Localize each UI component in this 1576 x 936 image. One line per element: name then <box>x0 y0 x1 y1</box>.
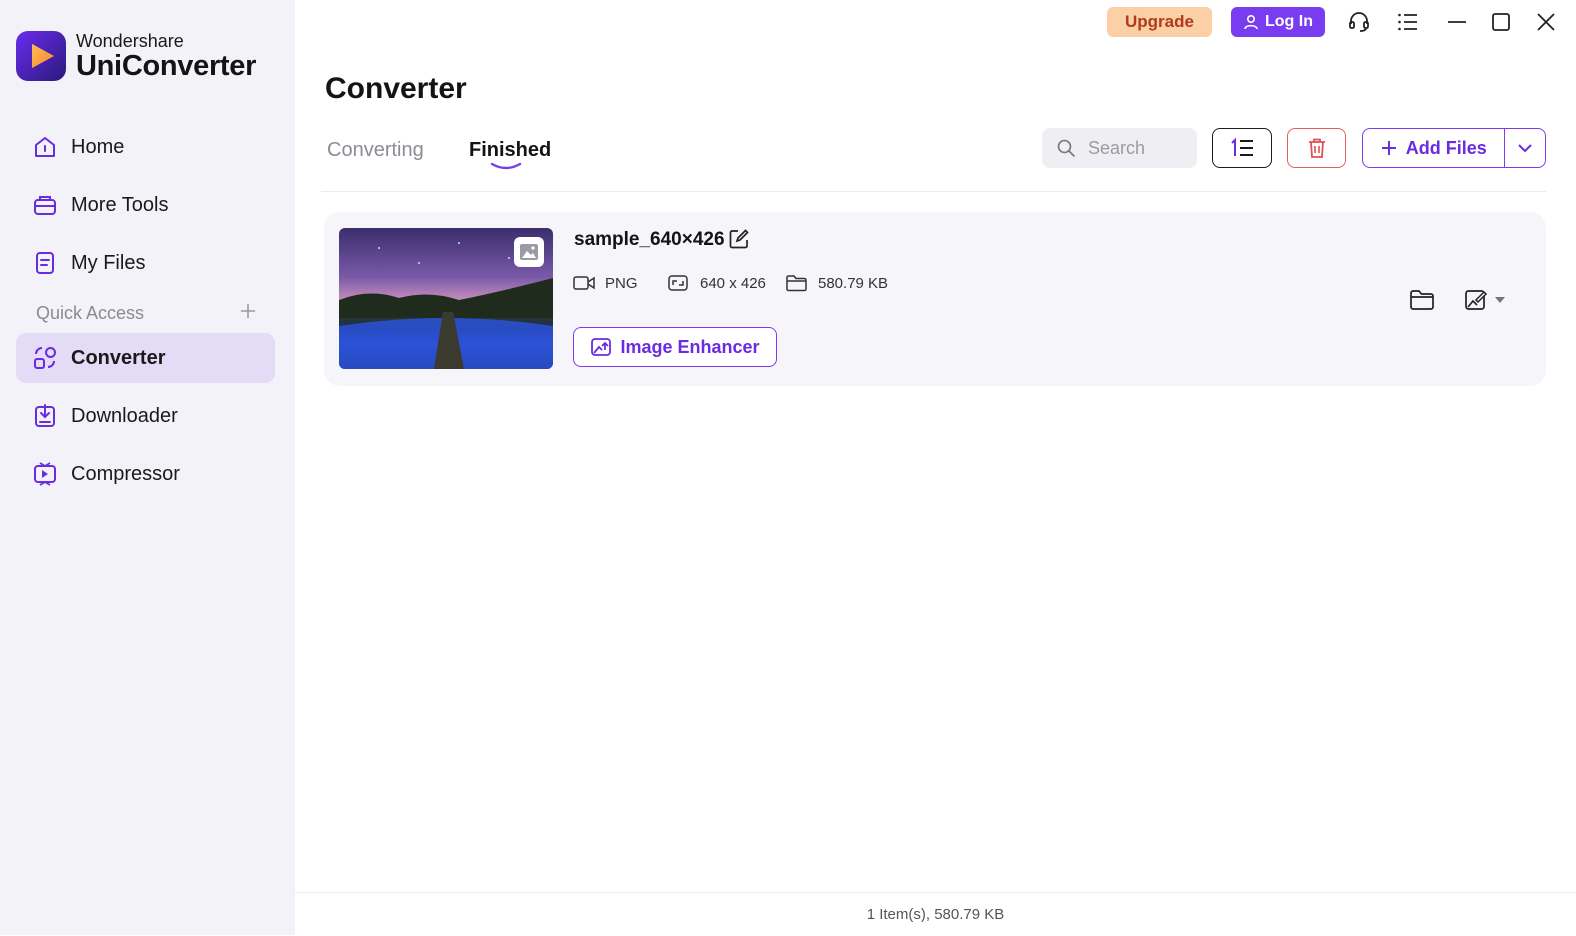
chevron-down-icon <box>1518 144 1532 153</box>
add-files-main[interactable]: Add Files <box>1363 129 1504 167</box>
trash-icon <box>1308 138 1325 158</box>
image-enhancer-button[interactable]: Image Enhancer <box>573 327 777 367</box>
menu-list-icon[interactable] <box>1396 10 1420 34</box>
sidebar-item-label: Compressor <box>71 462 180 485</box>
brand: Wondershare UniConverter <box>16 31 256 81</box>
open-folder-icon[interactable] <box>1409 288 1435 312</box>
file-name: sample_640×426 <box>574 229 725 250</box>
file-icon <box>36 252 54 274</box>
sidebar-item-downloader[interactable]: Downloader <box>16 391 275 441</box>
search-box[interactable] <box>1042 128 1197 168</box>
plus-icon <box>1381 141 1396 155</box>
minimize-icon[interactable] <box>1445 10 1469 34</box>
toolbox-icon <box>34 196 56 215</box>
headset-icon[interactable] <box>1347 10 1371 34</box>
rename-edit-icon[interactable] <box>728 228 750 250</box>
file-thumbnail[interactable] <box>339 228 553 369</box>
login-button[interactable]: Log In <box>1231 7 1325 37</box>
sidebar-item-label: Converter <box>71 346 166 369</box>
sidebar-item-compressor[interactable]: Compressor <box>16 449 275 499</box>
file-size: 580.79 KB <box>786 274 888 292</box>
file-card[interactable]: sample_640×426 PNG 640 x 426 580.79 KB I… <box>324 212 1546 386</box>
quick-access-label: Quick Access <box>36 303 145 323</box>
sidebar: Wondershare UniConverter Home More Tools… <box>0 0 295 935</box>
tab-converting[interactable]: Converting <box>327 139 424 162</box>
header-divider <box>321 191 1546 192</box>
downloader-icon <box>35 404 55 427</box>
converter-icon <box>34 347 56 369</box>
video-format-icon <box>573 276 595 290</box>
tab-finished[interactable]: Finished <box>469 139 551 162</box>
app-logo-icon <box>16 31 66 81</box>
sidebar-item-label: Downloader <box>71 404 178 427</box>
sidebar-item-more-tools[interactable]: More Tools <box>16 180 275 230</box>
sidebar-item-label: Home <box>71 135 125 158</box>
close-icon[interactable] <box>1534 10 1558 34</box>
upgrade-button[interactable]: Upgrade <box>1107 7 1212 37</box>
numbered-list-icon <box>1231 137 1253 156</box>
home-icon <box>35 137 55 157</box>
image-type-icon <box>514 237 544 267</box>
image-enhance-icon <box>591 338 612 356</box>
page-title: Converter <box>325 72 467 105</box>
add-files-label: Add Files <box>1405 137 1487 158</box>
caret-down-icon <box>1495 297 1505 303</box>
login-label: Log In <box>1265 13 1313 30</box>
tab-active-indicator <box>490 162 522 170</box>
sidebar-item-home[interactable]: Home <box>16 122 275 172</box>
sidebar-item-label: My Files <box>71 251 146 274</box>
add-files-dropdown[interactable] <box>1505 129 1545 167</box>
delete-all-button[interactable] <box>1287 128 1346 168</box>
search-icon <box>1057 139 1075 157</box>
sidebar-item-label: More Tools <box>71 193 169 216</box>
maximize-icon[interactable] <box>1489 10 1513 34</box>
folder-icon <box>786 275 807 292</box>
resolution-icon <box>668 275 688 291</box>
file-resolution-value: 640 x 426 <box>700 274 766 292</box>
search-input[interactable] <box>1086 136 1190 160</box>
file-format: PNG <box>573 274 638 292</box>
status-summary: 1 Item(s), 580.79 KB <box>866 906 1005 923</box>
file-format-value: PNG <box>605 274 638 292</box>
user-icon <box>1244 14 1258 30</box>
image-actions-menu[interactable] <box>1464 288 1514 312</box>
order-list-button[interactable] <box>1212 128 1272 168</box>
image-edit-icon <box>1465 290 1488 310</box>
image-enhancer-label: Image Enhancer <box>620 336 760 357</box>
compressor-icon <box>34 462 56 486</box>
add-quick-access-icon[interactable] <box>237 300 259 322</box>
file-resolution: 640 x 426 <box>668 274 766 292</box>
sidebar-item-converter[interactable]: Converter <box>16 333 275 383</box>
file-size-value: 580.79 KB <box>818 274 889 292</box>
sidebar-item-my-files[interactable]: My Files <box>16 238 275 288</box>
brand-company: Wondershare <box>76 30 184 51</box>
brand-product: UniConverter <box>76 49 257 82</box>
status-bar: 1 Item(s), 580.79 KB <box>295 892 1576 936</box>
add-files-button[interactable]: Add Files <box>1362 128 1546 168</box>
